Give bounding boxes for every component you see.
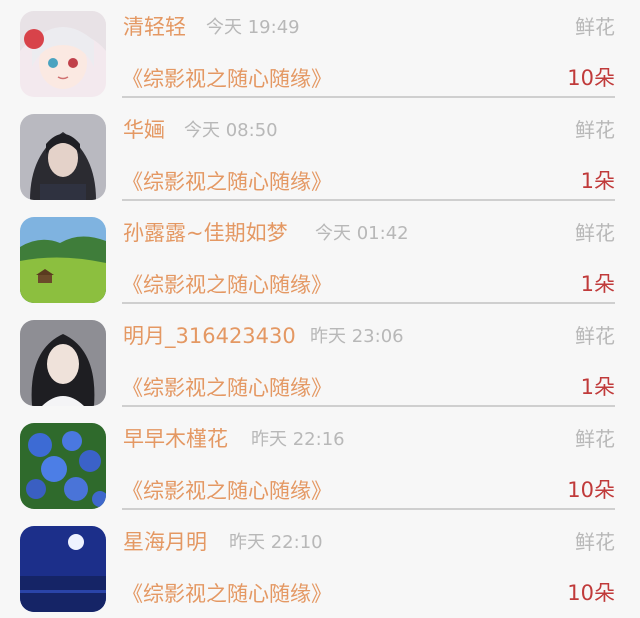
timestamp: 今天 19:49 bbox=[206, 17, 300, 38]
list-item[interactable]: 孙露露~佳期如梦 今天 01:42 鲜花 《综影视之随心随缘》 1朵 bbox=[0, 206, 640, 309]
gift-type: 鲜花 bbox=[575, 221, 615, 245]
book-title[interactable]: 《综影视之随心随缘》 bbox=[122, 373, 332, 403]
list-item[interactable]: 星海月明 昨天 22:10 鲜花 《综影视之随心随缘》 10朵 bbox=[0, 515, 640, 618]
book-title[interactable]: 《综影视之随心随缘》 bbox=[122, 476, 332, 506]
sender-name[interactable]: 早早木槿花 bbox=[123, 424, 228, 454]
book-title[interactable]: 《综影视之随心随缘》 bbox=[122, 579, 332, 609]
sender-name[interactable]: 星海月明 bbox=[123, 527, 207, 557]
sender-name[interactable]: 华婳 bbox=[123, 115, 165, 145]
gift-type: 鲜花 bbox=[575, 530, 615, 554]
avatar[interactable] bbox=[20, 217, 106, 303]
row-divider bbox=[122, 199, 615, 201]
timestamp: 今天 01:42 bbox=[315, 223, 409, 244]
book-title[interactable]: 《综影视之随心随缘》 bbox=[122, 64, 332, 94]
timestamp: 昨天 22:16 bbox=[251, 429, 345, 450]
gift-type: 鲜花 bbox=[575, 15, 615, 39]
gift-count: 1朵 bbox=[580, 375, 615, 399]
gift-count: 10朵 bbox=[567, 478, 615, 502]
avatar[interactable] bbox=[20, 526, 106, 612]
book-title[interactable]: 《综影视之随心随缘》 bbox=[122, 270, 332, 300]
gift-type: 鲜花 bbox=[575, 427, 615, 451]
timestamp: 昨天 22:10 bbox=[229, 532, 323, 553]
book-title[interactable]: 《综影视之随心随缘》 bbox=[122, 167, 332, 197]
row-divider bbox=[122, 508, 615, 510]
gift-type: 鲜花 bbox=[575, 118, 615, 142]
avatar[interactable] bbox=[20, 423, 106, 509]
row-divider bbox=[122, 405, 615, 407]
gift-count: 10朵 bbox=[567, 581, 615, 605]
sender-name[interactable]: 清轻轻 bbox=[123, 12, 186, 42]
avatar[interactable] bbox=[20, 114, 106, 200]
gift-record-list: 清轻轻 今天 19:49 鲜花 《综影视之随心随缘》 10朵 华婳 今天 08:… bbox=[0, 0, 640, 612]
row-divider bbox=[122, 96, 615, 98]
timestamp: 今天 08:50 bbox=[184, 120, 278, 141]
gift-count: 10朵 bbox=[567, 66, 615, 90]
gift-type: 鲜花 bbox=[575, 324, 615, 348]
gift-count: 1朵 bbox=[580, 169, 615, 193]
list-item[interactable]: 清轻轻 今天 19:49 鲜花 《综影视之随心随缘》 10朵 bbox=[0, 0, 640, 103]
list-item[interactable]: 华婳 今天 08:50 鲜花 《综影视之随心随缘》 1朵 bbox=[0, 103, 640, 206]
row-divider bbox=[122, 302, 615, 304]
sender-name[interactable]: 孙露露~佳期如梦 bbox=[123, 218, 288, 248]
list-item[interactable]: 明月_316423430 昨天 23:06 鲜花 《综影视之随心随缘》 1朵 bbox=[0, 309, 640, 412]
avatar[interactable] bbox=[20, 11, 106, 97]
gift-count: 1朵 bbox=[580, 272, 615, 296]
sender-name[interactable]: 明月_316423430 bbox=[123, 321, 296, 351]
list-item[interactable]: 早早木槿花 昨天 22:16 鲜花 《综影视之随心随缘》 10朵 bbox=[0, 412, 640, 515]
avatar[interactable] bbox=[20, 320, 106, 406]
timestamp: 昨天 23:06 bbox=[310, 326, 404, 347]
